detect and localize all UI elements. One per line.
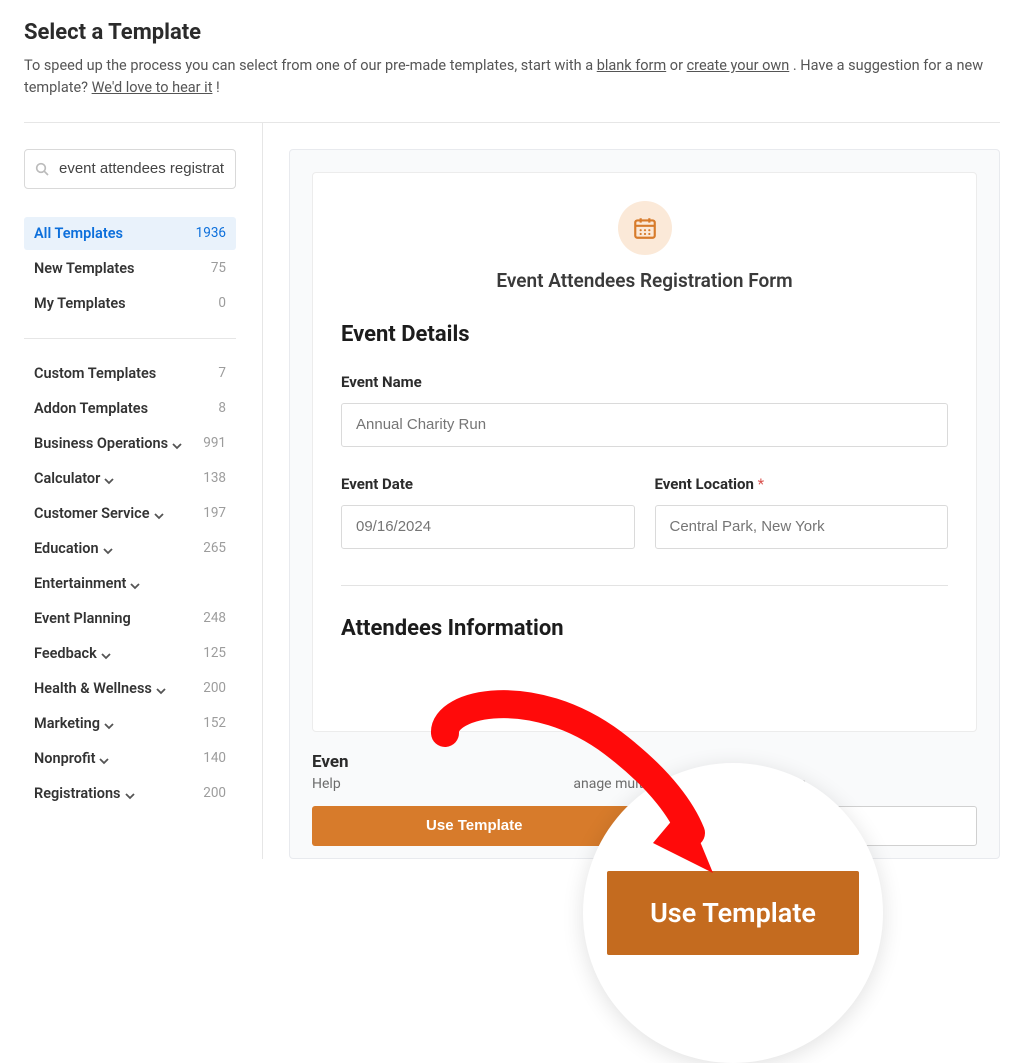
sidebar-item-label: Feedback [34,645,97,662]
sidebar-item-feedback[interactable]: Feedback 125 [24,637,236,670]
sidebar-item-label: Marketing [34,715,100,732]
event-name-label: Event Name [341,373,948,391]
sidebar-item-label: Addon Templates [34,400,148,417]
desc-text: or [670,57,687,74]
sidebar-item-nonprofit[interactable]: Nonprofit 140 [24,742,236,775]
sidebar-item-education[interactable]: Education 265 [24,532,236,565]
sidebar-item-count: 197 [203,505,226,521]
chevron-down-icon [104,473,114,483]
use-template-button[interactable]: Use Template [312,806,637,846]
chevron-down-icon [172,438,182,448]
template-name: Even [312,752,977,772]
chevron-down-icon [104,718,114,728]
calendar-icon [618,201,672,255]
sidebar-item-label: Calculator [34,470,100,487]
sidebar-item-count: 991 [203,435,226,451]
sidebar-item-customer-service[interactable]: Customer Service 197 [24,497,236,530]
sidebar-item-all-templates[interactable]: All Templates 1936 [24,217,236,250]
sidebar-item-count: 75 [211,260,226,276]
sidebar-item-label: All Templates [34,225,123,242]
sidebar-item-count: 200 [203,680,226,696]
sidebar-item-calculator[interactable]: Calculator 138 [24,462,236,495]
sidebar-item-count: 140 [203,750,226,766]
sidebar-item-label: Customer Service [34,505,150,522]
template-description: Help anage multiple attendees informatio… [312,776,977,792]
sidebar-item-label: Health & Wellness [34,680,152,697]
suggestion-link[interactable]: We'd love to hear it [92,79,213,96]
sidebar-item-count: 7 [218,365,226,381]
sidebar-item-label: Entertainment [34,575,126,592]
section-heading-attendees: Attendees Information [341,616,948,641]
page-title: Select a Template [24,20,1000,45]
view-demo-button[interactable]: View Demo [651,806,978,846]
chevron-down-icon [101,648,111,658]
page-description: To speed up the process you can select f… [24,55,984,100]
chevron-down-icon [130,578,140,588]
sidebar-item-label: Event Planning [34,610,131,627]
main-content: Event Attendees Registration Form Event … [262,123,1000,859]
search-input[interactable] [24,149,236,189]
template-card: Event Attendees Registration Form Event … [289,149,1000,859]
sidebar-item-registrations[interactable]: Registrations 200 [24,777,236,810]
event-location-label: Event Location * [655,475,949,493]
sidebar-item-count: 8 [218,400,226,416]
sidebar-item-count: 152 [203,715,226,731]
chevron-down-icon [103,543,113,553]
sidebar-item-label: My Templates [34,295,126,312]
event-date-field [341,505,635,549]
sidebar-item-business-operations[interactable]: Business Operations 991 [24,427,236,460]
sidebar-item-count: 1936 [196,225,226,241]
search-icon [34,161,50,177]
sidebar: All Templates 1936 New Templates 75 My Templ… [24,123,262,859]
event-name-field [341,403,948,447]
chevron-down-icon [125,788,135,798]
create-your-own-link[interactable]: create your own [687,57,790,74]
sidebar-item-health-wellness[interactable]: Health & Wellness 200 [24,672,236,705]
preview-form-title: Event Attendees Registration Form [341,269,948,292]
chevron-down-icon [99,753,109,763]
preview-divider [341,585,948,586]
sidebar-item-label: Custom Templates [34,365,156,382]
template-preview: Event Attendees Registration Form Event … [312,172,977,732]
sidebar-item-addon-templates[interactable]: Addon Templates 8 [24,392,236,425]
sidebar-item-count: 248 [203,610,226,626]
sidebar-item-count: 200 [203,785,226,801]
desc-text: ! [216,79,220,96]
sidebar-item-entertainment[interactable]: Entertainment [24,567,236,600]
chevron-down-icon [156,683,166,693]
sidebar-item-count: 138 [203,470,226,486]
sidebar-item-count: 125 [203,645,226,661]
sidebar-item-label: Education [34,540,99,557]
sidebar-item-custom-templates[interactable]: Custom Templates 7 [24,357,236,390]
sidebar-item-count: 0 [218,295,226,311]
sidebar-item-label: New Templates [34,260,135,277]
sidebar-item-label: Nonprofit [34,750,95,767]
desc-text: To speed up the process you can select f… [24,57,597,74]
sidebar-item-label: Registrations [34,785,121,802]
sidebar-separator [24,338,236,339]
sidebar-item-label: Business Operations [34,435,168,452]
chevron-down-icon [154,508,164,518]
magnified-use-template-button: Use Template [607,871,859,955]
sidebar-item-marketing[interactable]: Marketing 152 [24,707,236,740]
blank-form-link[interactable]: blank form [597,57,666,74]
sidebar-item-event-planning[interactable]: Event Planning 248 [24,602,236,635]
sidebar-item-my-templates[interactable]: My Templates 0 [24,287,236,320]
section-heading-event-details: Event Details [341,322,948,347]
sidebar-item-count: 265 [203,540,226,556]
event-location-field [655,505,949,549]
sidebar-item-new-templates[interactable]: New Templates 75 [24,252,236,285]
event-date-label: Event Date [341,475,635,493]
